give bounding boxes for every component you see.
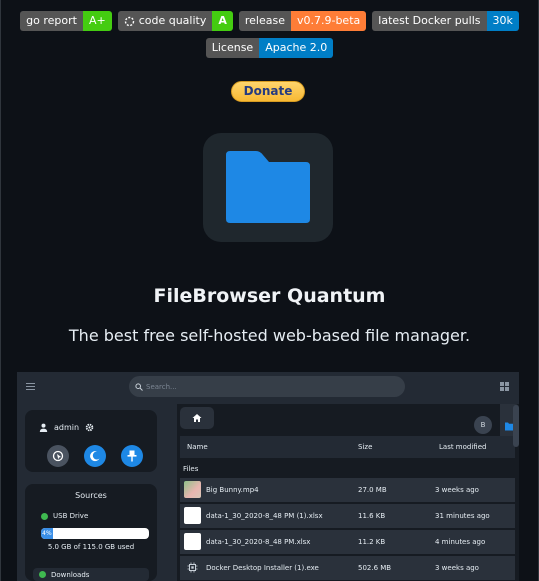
table-row: data-1_30_2020-8_48 PM (1).xlsx 11.6 KB … [180, 504, 515, 528]
file-name: Docker Desktop Installer (1).exe [206, 564, 319, 572]
donate-button[interactable]: Donate [231, 81, 305, 102]
badge-release[interactable]: release v0.7.9-beta [238, 11, 367, 31]
user-row: admin [39, 423, 94, 432]
file-size: 11.2 KB [358, 538, 386, 546]
usage-fill: 4% [41, 528, 53, 539]
usage-bar: 4% [41, 528, 149, 539]
app-screenshot: Search... admin Sources USB Drive 4% 5.0… [17, 372, 519, 581]
badge-value: v0.7.9-beta [290, 11, 367, 31]
table-row: Big Bunny.mp4 27.0 MB 3 weeks ago [180, 478, 515, 502]
column-name: Name [187, 443, 208, 451]
file-modified: 3 weeks ago [435, 486, 479, 494]
theme-button [47, 445, 69, 467]
username: admin [54, 423, 80, 432]
file-list-panel: B Name Size Last modified Files Big Bunn… [177, 404, 519, 581]
sources-card: Sources USB Drive 4% 5.0 GB of 115.0 GB … [25, 484, 157, 581]
search-icon [135, 382, 143, 391]
badge-label: License [205, 38, 260, 58]
badge-label-wrap: code quality [117, 11, 213, 31]
badge-license[interactable]: License Apache 2.0 [205, 38, 334, 58]
app-logo [203, 133, 333, 242]
pin-icon [127, 450, 137, 462]
executable-icon [184, 559, 201, 576]
video-thumbnail-icon [184, 481, 201, 498]
file-size: 11.6 KB [358, 512, 386, 520]
badge-go-report[interactable]: go report A+ [20, 11, 112, 31]
file-name: Big Bunny.mp4 [206, 486, 259, 494]
file-name: data-1_30_2020-8_48 PM.xlsx [206, 538, 311, 546]
badge-value: 30k [486, 11, 519, 31]
search-input: Search... [129, 376, 405, 397]
chip-icon [187, 562, 198, 573]
spreadsheet-icon [184, 507, 201, 524]
table-row: Docker Desktop Installer (1).exe 502.6 M… [180, 556, 515, 580]
gear-icon [85, 423, 94, 432]
badges-row-2: License Apache 2.0 [0, 38, 539, 58]
menu-icon [26, 383, 35, 392]
file-size: 502.6 MB [358, 564, 392, 572]
badge-code-quality[interactable]: code quality A [117, 11, 233, 31]
spreadsheet-icon [184, 533, 201, 550]
sources-title: Sources [75, 491, 107, 500]
badge-docker-pulls[interactable]: latest Docker pulls 30k [372, 11, 519, 31]
pin-button [121, 445, 143, 467]
table-row: data-1_30_2020-8_48 PM.xlsx 11.2 KB 4 mi… [180, 530, 515, 554]
file-modified: 4 minutes ago [435, 538, 486, 546]
badge-label: latest Docker pulls [372, 11, 487, 31]
badge-label: go report [20, 11, 83, 31]
status-dot [41, 512, 48, 520]
drive-name: USB Drive [53, 512, 89, 520]
source-usb-drive: USB Drive [41, 512, 88, 520]
home-icon [192, 414, 202, 422]
badges-row: go report A+ code quality A release v0.7… [0, 11, 539, 31]
dark-mode-button [84, 445, 106, 467]
user-card: admin [25, 410, 157, 472]
user-icon [39, 423, 48, 432]
grid-view-icon [500, 382, 509, 391]
avatar: B [474, 416, 492, 434]
page-title: FileBrowser Quantum [153, 285, 386, 307]
file-modified: 31 minutes ago [435, 512, 490, 520]
badge-label: release [238, 11, 291, 31]
files-section-label: Files [183, 465, 199, 473]
source-downloads: Downloads [33, 568, 149, 581]
cursor-icon [52, 450, 64, 462]
tagline: The best free self-hosted web-based file… [68, 326, 471, 345]
table-header: Name Size Last modified [180, 436, 515, 458]
badge-value: Apache 2.0 [259, 38, 334, 58]
folder-icon [226, 151, 310, 223]
breadcrumb-home [180, 407, 214, 429]
badge-label: code quality [138, 14, 207, 27]
file-size: 27.0 MB [358, 486, 387, 494]
search-placeholder: Search... [146, 382, 177, 391]
column-size: Size [358, 443, 373, 451]
usage-text: 5.0 GB of 115.0 GB used [47, 543, 135, 551]
code-quality-icon [124, 16, 134, 26]
badge-value: A+ [82, 11, 112, 31]
downloads-label: Downloads [51, 570, 90, 579]
moon-icon [90, 451, 100, 462]
file-name: data-1_30_2020-8_48 PM (1).xlsx [206, 512, 323, 520]
scrollbar-thumb [513, 405, 519, 447]
column-modified: Last modified [439, 443, 487, 451]
file-modified: 3 weeks ago [435, 564, 479, 572]
badge-value: A [212, 11, 233, 31]
status-dot [39, 571, 46, 578]
